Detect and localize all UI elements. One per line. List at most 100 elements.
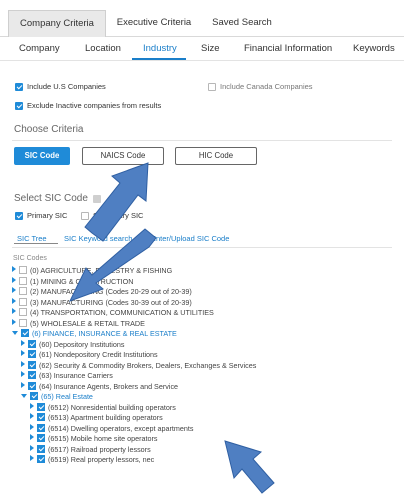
tree-row[interactable]: (65) Real Estate [21, 392, 93, 402]
include-canada-checkbox[interactable] [208, 83, 216, 91]
tree-checkbox[interactable] [28, 350, 36, 358]
caret-right-icon[interactable] [30, 402, 34, 409]
tab-executive-criteria[interactable]: Executive Criteria [106, 10, 202, 37]
top-tab-bar: Company Criteria Executive Criteria Save… [0, 10, 404, 37]
tab-saved-search[interactable]: Saved Search [202, 10, 282, 37]
tree-label: (1) MINING & CONSTRUCTION [30, 276, 134, 286]
choose-criteria-title: Choose Criteria [14, 124, 84, 135]
caret-right-icon[interactable] [12, 276, 16, 283]
tree-row[interactable]: (2) MANUFACTURING (Codes 20-29 out of 20… [12, 287, 192, 297]
tree-checkbox[interactable] [37, 423, 45, 432]
caret-down-icon[interactable] [12, 331, 18, 335]
tree-row[interactable]: (6512) Nonresidential building operators [30, 402, 176, 413]
caret-right-icon[interactable] [21, 339, 25, 346]
tree-checkbox[interactable] [37, 413, 45, 421]
tree-label: (65) Real Estate [41, 392, 93, 401]
tree-checkbox[interactable] [28, 360, 36, 369]
caret-right-icon[interactable] [12, 266, 16, 272]
tab-industry[interactable]: Industry [143, 43, 177, 54]
tree-row[interactable]: (3) MANUFACTURING (Codes 30-39 out of 20… [12, 297, 192, 308]
caret-right-icon[interactable] [30, 413, 34, 419]
tree-label: (6519) Real property lessors, nec [48, 455, 155, 464]
sic-tree-link-underline [14, 243, 58, 244]
caret-right-icon[interactable] [12, 297, 16, 304]
tree-checkbox[interactable] [19, 297, 27, 306]
tab-financial-information[interactable]: Financial Information [244, 43, 332, 54]
include-canada-label: Include Canada Companies [220, 82, 313, 91]
caret-right-icon[interactable] [21, 360, 25, 367]
tree-row[interactable]: (61) Nondepository Credit Institutions [21, 350, 158, 360]
caret-right-icon[interactable] [30, 434, 34, 440]
tree-checkbox[interactable] [37, 434, 45, 442]
secondary-sic-label: Secondary SIC [93, 211, 144, 220]
tree-checkbox[interactable] [37, 402, 45, 411]
sic-tree-link[interactable]: SIC Tree [17, 234, 47, 243]
tree-row[interactable]: (1) MINING & CONSTRUCTION [12, 276, 134, 287]
tree-checkbox[interactable] [37, 455, 45, 463]
exclude-inactive-checkbox[interactable] [15, 102, 23, 110]
tree-label: (6) FINANCE, INSURANCE & REAL ESTATE [32, 329, 177, 338]
caret-right-icon[interactable] [12, 318, 16, 325]
tree-row[interactable]: (62) Security & Commodity Brokers, Deale… [21, 360, 256, 371]
caret-down-icon[interactable] [21, 394, 27, 398]
enter-upload-sic-link[interactable]: Enter/Upload SIC Code [151, 234, 229, 243]
tab-company-criteria[interactable]: Company Criteria [8, 10, 106, 37]
tree-checkbox[interactable] [21, 329, 29, 337]
primary-sic-checkbox[interactable] [15, 212, 23, 220]
tab-size[interactable]: Size [201, 43, 219, 54]
naics-code-button[interactable]: NAICS Code [82, 147, 164, 165]
sic-code-button[interactable]: SIC Code [14, 147, 70, 165]
sic-keyword-search-link[interactable]: SIC Keyword search [64, 234, 132, 243]
tree-checkbox[interactable] [28, 339, 36, 348]
arrow-to-dwelling [224, 440, 275, 494]
hic-code-button[interactable]: HIC Code [175, 147, 257, 165]
tree-label: (6517) Railroad property lessors [48, 444, 151, 454]
tree-row[interactable]: (6513) Apartment building operators [30, 413, 163, 423]
sic-codes-label: SIC Codes [13, 255, 47, 262]
tab-location[interactable]: Location [85, 43, 121, 54]
sub-tab-bar: Company Location Industry Size Financial… [0, 37, 404, 61]
links-divider [12, 247, 392, 248]
caret-right-icon[interactable] [12, 287, 16, 293]
tree-row[interactable]: (0) AGRICULTURE, FORESTRY & FISHING [12, 266, 172, 276]
tree-row[interactable]: (60) Depository Institutions [21, 339, 125, 350]
tree-label: (6512) Nonresidential building operators [48, 402, 176, 412]
caret-right-icon[interactable] [21, 350, 25, 356]
tree-label: (2) MANUFACTURING (Codes 20-29 out of 20… [30, 287, 192, 296]
caret-right-icon[interactable] [30, 455, 34, 461]
tree-checkbox[interactable] [19, 318, 27, 327]
primary-sic-label: Primary SIC [27, 211, 68, 220]
info-icon[interactable] [93, 195, 101, 203]
tree-row[interactable]: (6517) Railroad property lessors [30, 444, 151, 455]
exclude-inactive-label: Exclude Inactive companies from results [27, 101, 162, 110]
caret-right-icon[interactable] [21, 371, 25, 377]
caret-right-icon[interactable] [30, 444, 34, 451]
include-us-checkbox[interactable] [15, 83, 23, 91]
caret-right-icon[interactable] [12, 308, 16, 314]
tree-checkbox[interactable] [19, 287, 27, 295]
tree-row[interactable]: (64) Insurance Agents, Brokers and Servi… [21, 381, 178, 392]
tree-row[interactable]: (5) WHOLESALE & RETAIL TRADE [12, 318, 145, 329]
tree-checkbox[interactable] [19, 308, 27, 316]
tree-label: (63) Insurance Carriers [39, 371, 113, 380]
tree-row[interactable]: (6519) Real property lessors, nec [30, 455, 154, 465]
tab-keywords[interactable]: Keywords [353, 43, 395, 54]
tree-row[interactable]: (4) TRANSPORTATION, COMMUNICATION & UTIL… [12, 308, 214, 318]
tree-row[interactable]: (6) FINANCE, INSURANCE & REAL ESTATE [12, 329, 177, 339]
tree-checkbox[interactable] [19, 266, 27, 274]
caret-right-icon[interactable] [30, 423, 34, 430]
tree-label: (4) TRANSPORTATION, COMMUNICATION & UTIL… [30, 308, 214, 317]
tree-label: (5) WHOLESALE & RETAIL TRADE [30, 318, 145, 328]
tree-label: (6513) Apartment building operators [48, 413, 163, 422]
tree-checkbox[interactable] [30, 392, 38, 400]
tree-checkbox[interactable] [28, 381, 36, 390]
caret-right-icon[interactable] [21, 381, 25, 388]
tree-checkbox[interactable] [28, 371, 36, 379]
tree-row[interactable]: (6514) Dwelling operators, except apartm… [30, 423, 193, 434]
tree-checkbox[interactable] [37, 444, 45, 453]
secondary-sic-checkbox[interactable] [81, 212, 89, 220]
tree-row[interactable]: (63) Insurance Carriers [21, 371, 113, 381]
tree-checkbox[interactable] [19, 276, 27, 285]
tree-row[interactable]: (6515) Mobile home site operators [30, 434, 157, 444]
tab-company[interactable]: Company [19, 43, 60, 54]
